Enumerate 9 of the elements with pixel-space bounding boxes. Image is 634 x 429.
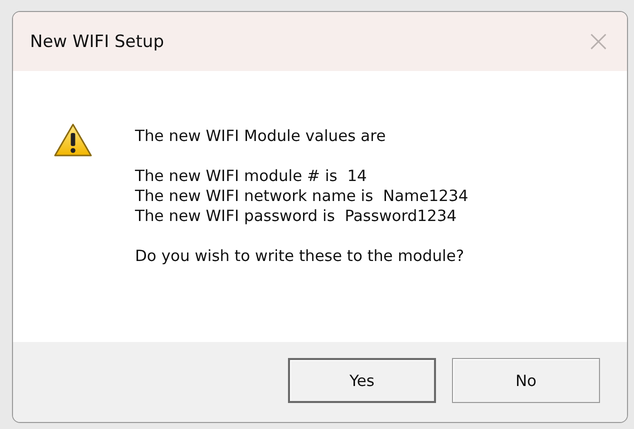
dialog-button[interactable]: No [452, 358, 600, 403]
warning-icon [54, 123, 92, 157]
dialog-button[interactable]: Yes [288, 358, 436, 403]
window-title: New WIFI Setup [30, 32, 164, 52]
message-text: The new WIFI password is Password1234 [135, 206, 458, 226]
message-text: The new WIFI network name is Name1234 [135, 186, 468, 206]
message-text: The new WIFI module # is 14 [135, 166, 368, 186]
message-text: The new WIFI Module values are [135, 126, 387, 146]
message-text: Do you wish to write these to the module? [135, 246, 466, 266]
